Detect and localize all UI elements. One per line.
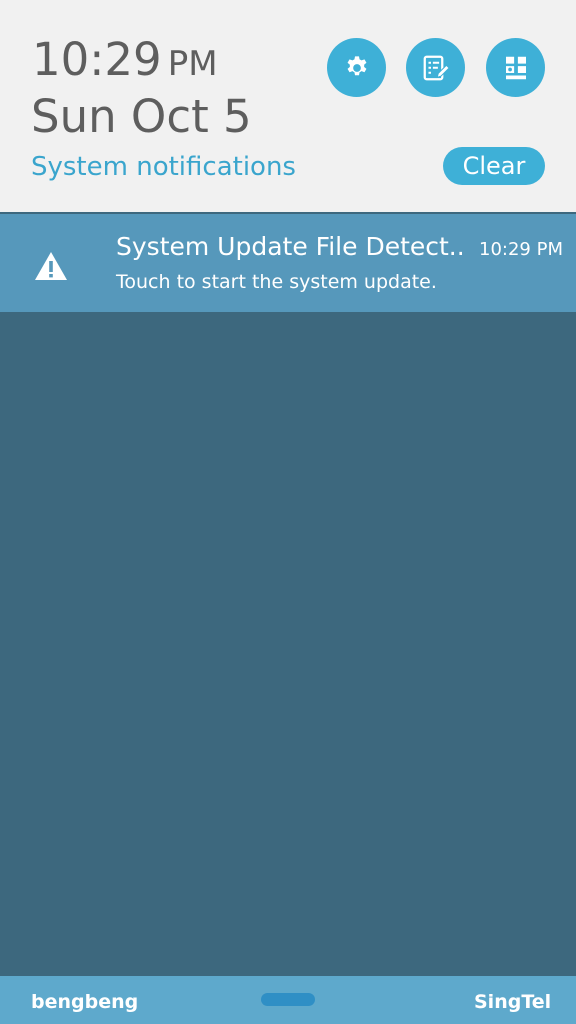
- clock-ampm: PM: [167, 44, 218, 84]
- grid-icon: [505, 56, 526, 79]
- clear-button[interactable]: Clear: [443, 147, 545, 185]
- notification-body: Touch to start the system update.: [116, 271, 437, 293]
- settings-button[interactable]: [327, 38, 386, 97]
- gear-icon: [347, 55, 366, 75]
- edit-button[interactable]: [406, 38, 465, 97]
- notification-title: System Update File Detect..: [116, 232, 465, 261]
- edit-icon: [423, 55, 450, 80]
- drag-handle[interactable]: [261, 993, 315, 1006]
- notification-time: 10:29 PM: [479, 239, 563, 260]
- clock-time: 10:29: [32, 33, 162, 86]
- warning-icon: [35, 252, 67, 280]
- date[interactable]: Sun Oct 5: [31, 91, 252, 143]
- quick-settings-grid-button[interactable]: [486, 38, 545, 97]
- carrier-name-right: SingTel: [474, 991, 552, 1013]
- carrier-name-left: bengbeng: [31, 991, 139, 1013]
- section-title: System notifications: [31, 152, 296, 182]
- clock[interactable]: 10:29 PM: [32, 34, 218, 90]
- notification-icon: [33, 250, 69, 286]
